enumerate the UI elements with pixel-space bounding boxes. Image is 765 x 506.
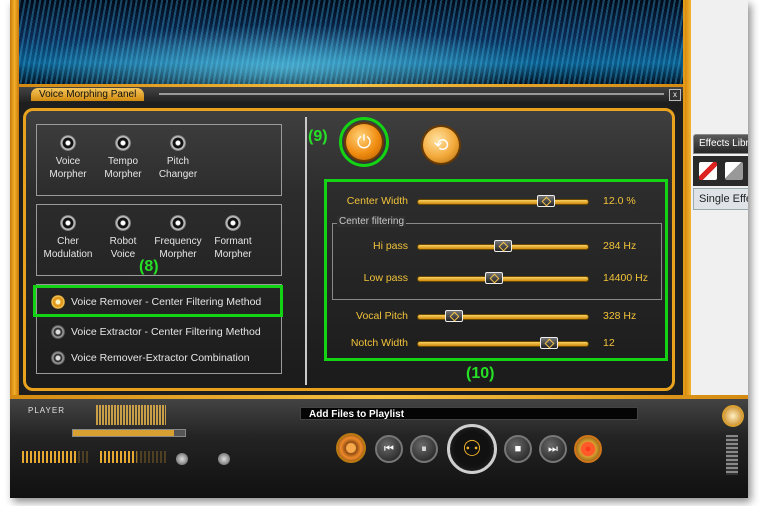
method-option-extractor[interactable]: Voice Extractor - Center Filtering Metho… xyxy=(51,322,261,342)
notch-width-value: 12 xyxy=(603,337,615,349)
pitch-changer-knob[interactable]: Pitch Changer xyxy=(151,135,205,181)
highlight-8 xyxy=(33,285,283,317)
method-label: Voice Extractor - Center Filtering Metho… xyxy=(71,326,261,338)
tab-effects-library[interactable]: Effects Libr xyxy=(693,134,748,154)
notch-width-slider[interactable] xyxy=(417,337,589,349)
annotation-9: (9) xyxy=(308,128,328,145)
slider-thumb[interactable] xyxy=(445,310,463,322)
effects-sidebar: Effects Libr Single Effe xyxy=(683,0,748,395)
volume-left-slider[interactable] xyxy=(22,451,88,463)
annotation-8: (8) xyxy=(139,258,159,275)
method-label: Voice Remover-Extractor Combination xyxy=(71,352,250,364)
morph-group-basic: Voice Morpher Tempo Morpher Pitch Changer xyxy=(36,124,282,196)
equalizer-display xyxy=(96,405,166,425)
add-effect-icon[interactable] xyxy=(699,162,717,180)
knob-icon xyxy=(60,135,76,151)
low-pass-slider[interactable] xyxy=(417,272,589,284)
slider-thumb[interactable] xyxy=(540,337,558,349)
effects-toolbar xyxy=(693,156,748,186)
next-button[interactable]: ⏭ xyxy=(539,435,567,463)
side-scroll-handle[interactable] xyxy=(726,435,738,475)
record-button[interactable]: ● xyxy=(574,435,602,463)
seek-bar[interactable] xyxy=(72,429,186,437)
player-bar: PLAYER Add Files to Playlist ⏮ ⏸ ⚇ ■ ⏭ ● xyxy=(10,395,748,498)
panel-divider xyxy=(305,117,307,385)
low-pass-value: 14400 Hz xyxy=(603,272,648,284)
shuffle-icon[interactable] xyxy=(176,453,188,465)
cher-modulation-knob[interactable]: Cher Modulation xyxy=(41,215,95,261)
hi-pass-value: 284 Hz xyxy=(603,240,637,252)
volume-right-slider[interactable] xyxy=(100,451,166,463)
slider-thumb[interactable] xyxy=(485,272,503,284)
slider-thumb[interactable] xyxy=(537,195,555,207)
formant-morpher-knob[interactable]: Formant Morpher xyxy=(206,215,260,261)
knob-icon xyxy=(170,215,186,231)
knob-label: Tempo Morpher xyxy=(104,156,142,180)
knob-icon xyxy=(170,135,186,151)
robot-voice-knob[interactable]: Robot Voice xyxy=(96,215,150,261)
expand-icon[interactable] xyxy=(722,405,744,427)
power-button[interactable]: ⏻ xyxy=(346,124,382,160)
player-label: PLAYER xyxy=(28,406,65,415)
left-border xyxy=(10,0,19,395)
effect-list-item[interactable]: Single Effe xyxy=(693,188,748,210)
stop-button[interactable]: ■ xyxy=(504,435,532,463)
center-filtering-group: Center filtering xyxy=(332,216,662,300)
center-width-value: 12.0 % xyxy=(603,195,636,207)
panel-title[interactable]: Voice Morphing Panel xyxy=(31,88,145,101)
vocal-pitch-slider[interactable] xyxy=(417,310,589,322)
voice-morpher-knob[interactable]: Voice Morpher xyxy=(41,135,95,181)
knob-icon xyxy=(60,215,76,231)
reset-button[interactable]: ⟲ xyxy=(423,127,459,163)
annotation-10: (10) xyxy=(466,365,495,382)
knob-label: Frequency Morpher xyxy=(154,236,202,260)
knob-icon xyxy=(115,135,131,151)
hi-pass-label: Hi pass xyxy=(372,240,408,252)
morph-group-advanced: Cher Modulation Robot Voice Frequency Morph… xyxy=(36,204,282,276)
slider-thumb[interactable] xyxy=(494,240,512,252)
visualizer xyxy=(19,0,683,84)
repeat-icon[interactable] xyxy=(218,453,230,465)
low-pass-label: Low pass xyxy=(363,272,408,284)
radio-icon xyxy=(51,351,65,366)
sidebar-strip xyxy=(685,0,691,395)
playlist-bar[interactable]: Add Files to Playlist xyxy=(300,407,638,420)
seek-bar-fill xyxy=(73,430,174,436)
center-width-label: Center Width xyxy=(346,195,408,207)
main-logo-button[interactable]: ⚇ xyxy=(447,424,497,474)
close-icon[interactable]: x xyxy=(669,89,681,101)
vocal-pitch-value: 328 Hz xyxy=(603,310,637,322)
morph-logo-button[interactable] xyxy=(336,433,366,463)
previous-button[interactable]: ⏮ xyxy=(375,435,403,463)
voice-morphing-panel: Voice Morpher Tempo Morpher Pitch Changer C… xyxy=(19,102,683,395)
effect-settings-icon[interactable] xyxy=(725,162,743,180)
knob-icon xyxy=(115,215,131,231)
vocal-pitch-label: Vocal Pitch xyxy=(356,310,408,322)
knob-icon xyxy=(225,215,241,231)
tempo-morpher-knob[interactable]: Tempo Morpher xyxy=(96,135,150,181)
title-divider xyxy=(159,93,664,95)
pause-button[interactable]: ⏸ xyxy=(410,435,438,463)
knob-label: Voice Morpher xyxy=(49,156,87,180)
method-option-combination[interactable]: Voice Remover-Extractor Combination xyxy=(51,348,250,368)
knob-label: Cher Modulation xyxy=(43,236,93,260)
center-width-slider[interactable] xyxy=(417,195,589,207)
notch-width-label: Notch Width xyxy=(350,337,408,349)
hi-pass-slider[interactable] xyxy=(417,240,589,252)
radio-icon xyxy=(51,325,65,340)
frequency-morpher-knob[interactable]: Frequency Morpher xyxy=(151,215,205,261)
player-border xyxy=(10,395,748,399)
knob-label: Formant Morpher xyxy=(214,236,252,260)
knob-label: Pitch Changer xyxy=(158,156,198,180)
center-filtering-label: Center filtering xyxy=(337,216,407,227)
panel-title-bar: Voice Morphing Panel x xyxy=(19,87,683,102)
panel-frame: Voice Morpher Tempo Morpher Pitch Changer C… xyxy=(23,108,675,391)
